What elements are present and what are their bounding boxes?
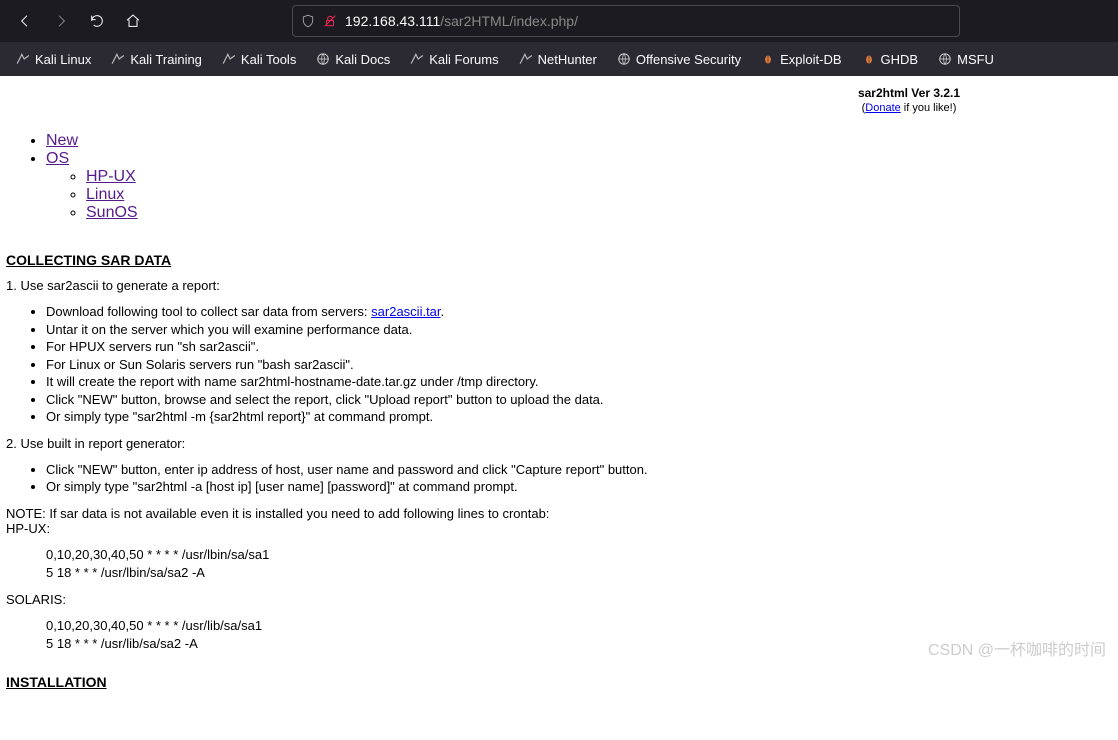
bookmark-kali-linux[interactable]: Kali Linux xyxy=(8,48,99,71)
dragon-icon xyxy=(222,52,236,66)
bookmarks-bar: Kali Linux Kali Training Kali Tools Kali Do… xyxy=(0,42,1118,76)
globe-icon xyxy=(938,52,952,66)
shield-icon xyxy=(301,14,315,28)
url-bar[interactable]: 192.168.43.111/sar2HTML/index.php/ xyxy=(292,5,960,37)
bookmark-label: Kali Docs xyxy=(335,52,390,67)
back-button[interactable] xyxy=(8,4,42,38)
sar2ascii-link[interactable]: sar2ascii.tar xyxy=(371,304,440,319)
list-item: It will create the report with name sar2… xyxy=(46,373,1112,391)
globe-icon xyxy=(617,52,631,66)
donate-link[interactable]: Donate xyxy=(865,102,900,114)
url-text: 192.168.43.111/sar2HTML/index.php/ xyxy=(345,13,951,29)
list-item: Or simply type "sar2html -a [host ip] [u… xyxy=(46,478,1112,496)
bookmark-nethunter[interactable]: NetHunter xyxy=(511,48,605,71)
list-item: For Linux or Sun Solaris servers run "ba… xyxy=(46,356,1112,374)
bookmark-kali-tools[interactable]: Kali Tools xyxy=(214,48,304,71)
bookmark-kali-forums[interactable]: Kali Forums xyxy=(402,48,506,71)
bug-icon xyxy=(862,52,876,66)
dragon-icon xyxy=(16,52,30,66)
list-item: Untar it on the server which you will ex… xyxy=(46,321,1112,339)
solaris-label: SOLARIS: xyxy=(6,592,1112,607)
bookmark-label: MSFU xyxy=(957,52,994,67)
section-installation-header: INSTALLATION xyxy=(6,674,1112,690)
nav-os-link[interactable]: OS xyxy=(46,150,69,167)
main-nav-list: New OS HP-UXLinuxSunOS xyxy=(6,132,1112,222)
bookmark-msfu[interactable]: MSFU xyxy=(930,48,1002,71)
bookmark-label: Kali Tools xyxy=(241,52,296,67)
nav-new-link[interactable]: New xyxy=(46,132,78,149)
app-title: sar2html Ver 3.2.1 xyxy=(858,86,960,100)
list-item: Or simply type "sar2html -m {sar2html re… xyxy=(46,408,1112,426)
forward-button[interactable] xyxy=(44,4,78,38)
note-text: NOTE: If sar data is not available even … xyxy=(6,506,1112,521)
bookmark-label: Offensive Security xyxy=(636,52,741,67)
dragon-icon xyxy=(410,52,424,66)
step1-list: Download following tool to collect sar d… xyxy=(6,303,1112,426)
list-item: Download following tool to collect sar d… xyxy=(46,303,1112,321)
bookmark-label: Kali Linux xyxy=(35,52,91,67)
bookmark-kali-training[interactable]: Kali Training xyxy=(103,48,210,71)
nav-os-hp-ux[interactable]: HP-UX xyxy=(86,168,136,185)
list-item: For HPUX servers run "sh sar2ascii". xyxy=(46,338,1112,356)
bookmark-label: Kali Training xyxy=(130,52,202,67)
reload-button[interactable] xyxy=(80,4,114,38)
home-button[interactable] xyxy=(116,4,150,38)
list-item: Click "NEW" button, browse and select th… xyxy=(46,391,1112,409)
browser-toolbar: 192.168.43.111/sar2HTML/index.php/ xyxy=(0,0,1118,42)
bug-icon xyxy=(761,52,775,66)
banner: sar2html Ver 3.2.1 (Donate if you like!) xyxy=(6,86,1112,114)
step1-text: 1. Use sar2ascii to generate a report: xyxy=(6,278,1112,293)
nav-os-sunos[interactable]: SunOS xyxy=(86,204,138,221)
bookmark-kali-docs[interactable]: Kali Docs xyxy=(308,48,398,71)
watermark: CSDN @一杯咖啡的时间 xyxy=(928,636,1106,660)
dragon-icon xyxy=(111,52,125,66)
nav-os-linux[interactable]: Linux xyxy=(86,186,124,203)
bookmark-offensive-security[interactable]: Offensive Security xyxy=(609,48,749,71)
globe-icon xyxy=(316,52,330,66)
bookmark-exploit-db[interactable]: Exploit-DB xyxy=(753,48,849,71)
bookmark-label: NetHunter xyxy=(538,52,597,67)
bookmark-label: GHDB xyxy=(881,52,919,67)
bookmark-label: Exploit-DB xyxy=(780,52,841,67)
hpux-label: HP-UX: xyxy=(6,521,1112,536)
hpux-cron2: 5 18 * * * /usr/lbin/sa/sa2 -A xyxy=(46,564,1112,582)
step2-text: 2. Use built in report generator: xyxy=(6,436,1112,451)
hpux-cron1: 0,10,20,30,40,50 * * * * /usr/lbin/sa/sa… xyxy=(46,546,1112,564)
list-item: Click "NEW" button, enter ip address of … xyxy=(46,461,1112,479)
solaris-cron1: 0,10,20,30,40,50 * * * * /usr/lib/sa/sa1 xyxy=(46,617,1112,635)
bookmark-label: Kali Forums xyxy=(429,52,498,67)
dragon-icon xyxy=(519,52,533,66)
insecure-lock-icon xyxy=(323,14,337,28)
step2-list: Click "NEW" button, enter ip address of … xyxy=(6,461,1112,496)
bookmark-ghdb[interactable]: GHDB xyxy=(854,48,927,71)
section-collecting-header: COLLECTING SAR DATA xyxy=(6,252,1112,268)
